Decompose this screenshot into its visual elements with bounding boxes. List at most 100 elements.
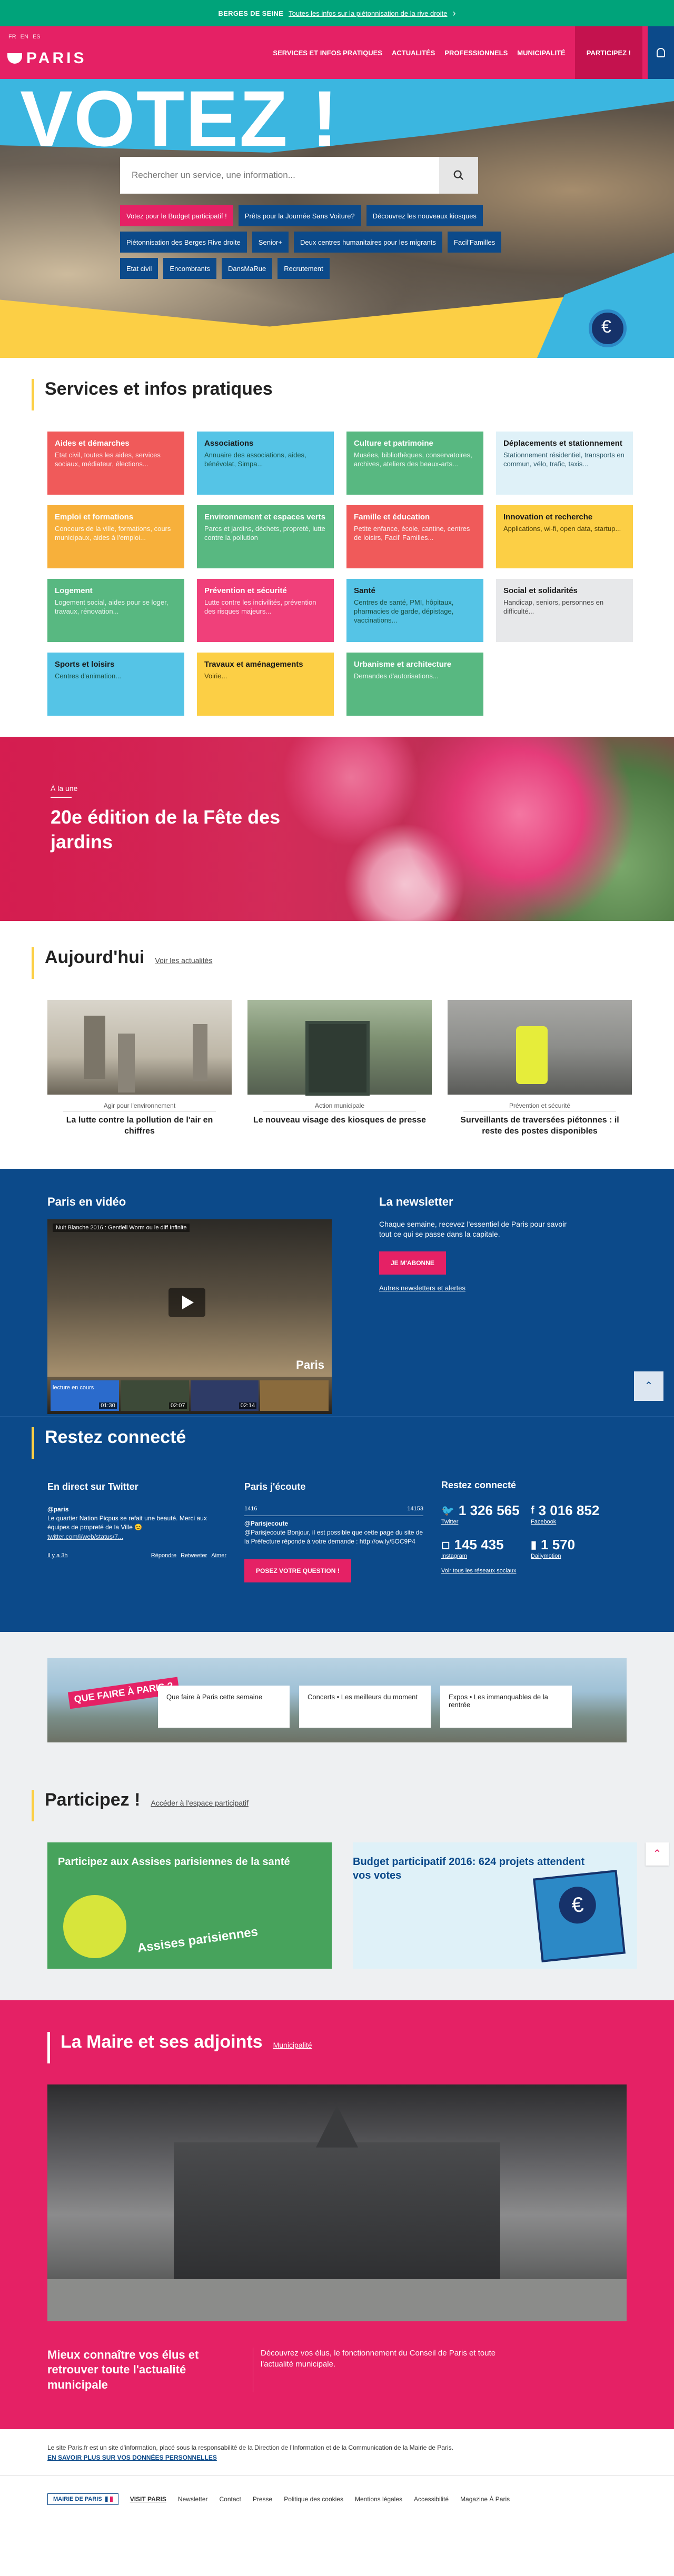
quick-link[interactable]: Senior+	[252, 232, 289, 253]
participez-card[interactable]: Budget participatif 2016: 624 projets at…	[353, 1842, 637, 1969]
mairie-logo[interactable]: MAIRIE DE PARIS	[47, 2493, 118, 2505]
personal-data-link[interactable]: EN SAVOIR PLUS SUR VOS DONNÉES PERSONNEL…	[47, 2454, 217, 2461]
ask-question-button[interactable]: POSEZ VOTRE QUESTION !	[244, 1559, 351, 1582]
que-faire-card[interactable]: Expos • Les immanquables de la rentrée	[440, 1685, 572, 1728]
social-stat-dailymotion[interactable]: ▮ 1 570 Dailymotion	[531, 1537, 610, 1559]
service-tile[interactable]: Aides et démarches Etat civil, toutes les…	[47, 432, 184, 495]
other-newsletters-link[interactable]: Autres newsletters et alertes	[379, 1284, 621, 1292]
footer-link[interactable]: Magazine À Paris	[460, 2495, 510, 2503]
news-title[interactable]: Le nouveau visage des kiosques de presse	[247, 1115, 432, 1126]
quick-link[interactable]: Piétonnisation des Berges Rive droite	[120, 232, 247, 253]
participez-card[interactable]: Participez aux Assises parisiennes de la…	[47, 1842, 332, 1969]
service-tile[interactable]: Culture et patrimoine Musées, bibliothèqu…	[346, 432, 483, 495]
featured-article[interactable]: À la une 20e édition de la Fête des jard…	[0, 737, 674, 921]
stat-label[interactable]: Facebook	[531, 1519, 610, 1525]
news-card[interactable]: Prévention et sécurité Surveillants de t…	[448, 1000, 632, 1137]
search-input[interactable]	[132, 170, 439, 181]
stat-label[interactable]: Twitter	[441, 1519, 520, 1525]
thumb-duration: 01:30	[99, 1402, 117, 1409]
service-tile[interactable]: Santé Centres de santé, PMI, hôpitaux, ph…	[346, 579, 483, 642]
video-thumb[interactable]: lecture en cours 01:30	[51, 1380, 119, 1411]
ecoute-handle[interactable]: @Parisjecoute	[244, 1519, 423, 1528]
news-title[interactable]: La lutte contre la pollution de l'air en…	[47, 1115, 232, 1137]
service-tile[interactable]: Associations Annuaire des associations, a…	[197, 432, 334, 495]
nav-services[interactable]: SERVICES ET INFOS PRATIQUES	[273, 49, 382, 57]
news-title[interactable]: Surveillants de traversées piétonnes : i…	[448, 1115, 632, 1137]
quick-link[interactable]: Recrutement	[277, 258, 330, 279]
social-stat-twitter[interactable]: 🐦 1 326 565 Twitter	[441, 1502, 520, 1525]
service-tile[interactable]: Déplacements et stationnement Stationneme…	[496, 432, 633, 495]
que-faire-card[interactable]: Concerts • Les meilleurs du moment	[299, 1685, 431, 1728]
quick-link[interactable]: Votez pour le Budget participatif !	[120, 205, 233, 226]
connected-section: Restez connecté En direct sur Twitter @p…	[0, 1416, 674, 1632]
retweet-link[interactable]: Retweeter	[181, 1552, 207, 1560]
footer-link[interactable]: Mentions légales	[355, 2495, 402, 2503]
service-tile[interactable]: Famille et éducation Petite enfance, écol…	[346, 505, 483, 568]
municipalite-link[interactable]: Municipalité	[273, 2041, 312, 2049]
service-tile[interactable]: Sports et loisirs Centres d'animation...	[47, 653, 184, 716]
subscribe-button[interactable]: JE M'ABONNE	[379, 1251, 446, 1275]
service-tile[interactable]: Travaux et aménagements Voirie...	[197, 653, 334, 716]
footer-link[interactable]: Contact	[220, 2495, 241, 2503]
news-card[interactable]: Action municipale Le nouveau visage des …	[247, 1000, 432, 1137]
see-news-link[interactable]: Voir les actualités	[155, 956, 212, 965]
footer-link[interactable]: Politique des cookies	[284, 2495, 343, 2503]
service-tile[interactable]: Urbanisme et architecture Demandes d'auto…	[346, 653, 483, 716]
visit-paris-link[interactable]: VISIT PARIS	[130, 2495, 166, 2503]
section-title: La Maire et ses adjoints	[61, 2031, 263, 2052]
service-tile[interactable]: Prévention et sécurité Lutte contre les i…	[197, 579, 334, 642]
video-thumb[interactable]	[260, 1380, 329, 1411]
service-tile[interactable]: Innovation et recherche Applications, wi-…	[496, 505, 633, 568]
footer-link[interactable]: Accessibilité	[414, 2495, 449, 2503]
like-link[interactable]: Aimer	[211, 1552, 226, 1560]
lang-en[interactable]: EN	[21, 34, 28, 40]
play-icon[interactable]	[168, 1287, 205, 1317]
participatory-space-link[interactable]: Accéder à l'espace participatif	[151, 1799, 249, 1807]
quick-link[interactable]: Encombrants	[163, 258, 216, 279]
lang-fr[interactable]: FR	[8, 34, 16, 40]
service-tile[interactable]: Logement Logement social, aides pour se l…	[47, 579, 184, 642]
scroll-up-button[interactable]: ⌃	[634, 1371, 663, 1401]
all-networks-link[interactable]: Voir tous les réseaux sociaux	[441, 1568, 620, 1574]
news-card[interactable]: Agir pour l'environnement La lutte contr…	[47, 1000, 232, 1137]
quick-link[interactable]: Facil'Familles	[447, 232, 502, 253]
video-player[interactable]: Nuit Blanche 2016 : Gentlell Worm ou le …	[47, 1219, 332, 1414]
maire-heading[interactable]: Mieux connaître vos élus et retrouver to…	[47, 2348, 237, 2393]
social-stat-instagram[interactable]: ◻ 145 435 Instagram	[441, 1537, 520, 1559]
quick-link[interactable]: Prêts pour la Journée Sans Voiture?	[238, 205, 361, 226]
top-announcement-bar[interactable]: BERGES DE SEINE Toutes les infos sur la …	[0, 0, 674, 26]
video-newsletter-section: Paris en vidéo Nuit Blanche 2016 : Gentl…	[0, 1168, 674, 1416]
footer-link[interactable]: Presse	[253, 2495, 272, 2503]
service-tile[interactable]: Social et solidarités Handicap, seniors, …	[496, 579, 633, 642]
service-tile[interactable]: Emploi et formations Concours de la ville…	[47, 505, 184, 568]
nav-professionnels[interactable]: PROFESSIONNELS	[444, 49, 508, 57]
lang-es[interactable]: ES	[33, 34, 41, 40]
quick-link[interactable]: Deux centres humanitaires pour les migra…	[293, 232, 442, 253]
participez-card-title[interactable]: Participez aux Assises parisiennes de la…	[58, 1855, 311, 1869]
que-faire-card[interactable]: Que faire à Paris cette semaine	[158, 1685, 290, 1728]
feature-title[interactable]: 20e édition de la Fête des jardins	[51, 805, 345, 855]
tweet-link[interactable]: twitter.com/i/web/status/7...	[47, 1532, 226, 1541]
hotel-de-ville-image[interactable]	[47, 2084, 627, 2321]
social-stat-facebook[interactable]: f 3 016 852 Facebook	[531, 1502, 610, 1525]
nav-municipalite[interactable]: MUNICIPALITÉ	[517, 49, 565, 57]
quick-link[interactable]: DansMaRue	[222, 258, 273, 279]
account-button[interactable]	[648, 26, 674, 79]
tweet-time[interactable]: Il y a 3h	[47, 1552, 68, 1560]
reply-link[interactable]: Répondre	[151, 1552, 176, 1560]
nav-participez[interactable]: PARTICIPEZ !	[574, 26, 642, 79]
quick-link[interactable]: Découvrez les nouveaux kiosques	[366, 205, 483, 226]
stat-label[interactable]: Dailymotion	[531, 1553, 610, 1559]
video-thumb[interactable]: 02:07	[120, 1380, 189, 1411]
footer-link[interactable]: Newsletter	[178, 2495, 208, 2503]
nav-actualites[interactable]: ACTUALITÉS	[392, 49, 435, 57]
stat-label[interactable]: Instagram	[441, 1553, 520, 1559]
service-tile[interactable]: Environnement et espaces verts Parcs et j…	[197, 505, 334, 568]
video-thumb[interactable]: 02:14	[190, 1380, 259, 1411]
paris-logo[interactable]: PARIS	[7, 49, 86, 67]
tweet-handle[interactable]: @paris	[47, 1505, 226, 1514]
quick-link[interactable]: Etat civil	[120, 258, 158, 279]
search-button[interactable]	[439, 157, 478, 194]
announcement-text[interactable]: Toutes les infos sur la piétonnisation d…	[289, 9, 447, 17]
scroll-up-button[interactable]: ⌃	[646, 1842, 669, 1866]
